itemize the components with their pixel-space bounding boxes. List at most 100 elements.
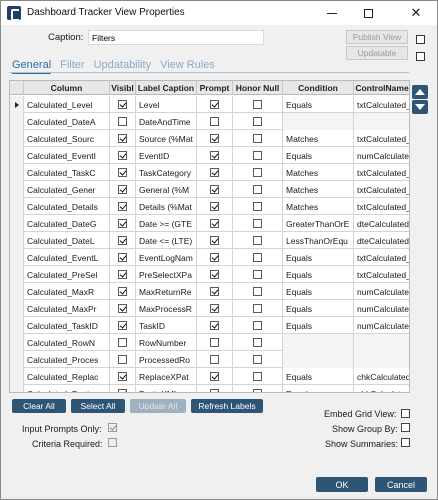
control-cell[interactable]: numCalculated [354,300,409,317]
header-visible[interactable]: Visibl [110,81,136,95]
prompt-checkbox[interactable] [210,134,219,143]
condition-cell[interactable] [283,334,354,351]
condition-cell[interactable]: Equals [283,385,354,392]
label-cell[interactable]: Level [136,96,197,113]
update-all-button[interactable]: Update All [130,399,186,413]
visible-checkbox[interactable] [118,338,127,347]
table-row[interactable]: Calculated_DateG Date >= (GTE GreaterThanO… [10,215,409,232]
honor-checkbox[interactable] [253,134,262,143]
columns-grid[interactable]: Column Visibl Label Caption Prompt Honor… [9,80,410,393]
table-row[interactable]: Calculated_Pretty PrettyXML EqualschkCalcu… [10,385,409,392]
prompt-checkbox[interactable] [210,117,219,126]
row-indicator[interactable] [10,385,24,392]
show-summaries-checkbox[interactable] [401,438,410,447]
control-cell[interactable] [354,351,409,368]
control-cell[interactable]: chkCalculated_ [354,368,409,385]
label-cell[interactable]: EventLogNam [136,249,197,266]
label-cell[interactable]: RowNumber [136,334,197,351]
visible-checkbox[interactable] [118,270,127,279]
condition-cell[interactable]: Matches [283,164,354,181]
visible-checkbox[interactable] [118,372,127,381]
prompt-checkbox[interactable] [210,202,219,211]
prompt-checkbox[interactable] [210,372,219,381]
visible-checkbox[interactable] [118,287,127,296]
condition-cell[interactable]: LessThanOrEqu [283,232,354,249]
honor-checkbox[interactable] [253,151,262,160]
move-down-button[interactable] [412,100,428,114]
label-cell[interactable]: MaxProcessR [136,300,197,317]
label-cell[interactable]: ProcessedRo [136,351,197,368]
honor-checkbox[interactable] [253,202,262,211]
show-group-by-checkbox[interactable] [401,423,410,432]
visible-checkbox[interactable] [118,321,127,330]
label-cell[interactable]: EventID [136,147,197,164]
label-cell[interactable]: ReplaceXPat [136,368,197,385]
table-row[interactable]: Calculated_Details Details (%Mat Matches tx… [10,198,409,215]
honor-checkbox[interactable] [253,270,262,279]
control-cell[interactable]: numCalculated [354,283,409,300]
header-condition[interactable]: Condition [283,81,354,95]
visible-checkbox[interactable] [118,100,127,109]
move-up-button[interactable] [412,85,428,99]
control-cell[interactable]: numCalculated [354,317,409,334]
table-row[interactable]: Calculated_MaxPr MaxProcessR Equals numCalc… [10,300,409,317]
honor-checkbox[interactable] [253,372,262,381]
condition-cell[interactable]: GreaterThanOrE [283,215,354,232]
visible-checkbox[interactable] [118,168,127,177]
table-row[interactable]: Calculated_Gener General (%M Matches txtCal… [10,181,409,198]
honor-checkbox[interactable] [253,219,262,228]
label-cell[interactable]: Details (%Mat [136,198,197,215]
row-indicator[interactable] [10,130,24,147]
condition-cell[interactable] [283,113,354,130]
table-row[interactable]: Calculated_EventL EventLogNam Equals txtCal… [10,249,409,266]
prompt-checkbox[interactable] [210,219,219,228]
honor-checkbox[interactable] [253,355,262,364]
prompt-checkbox[interactable] [210,236,219,245]
prompt-checkbox[interactable] [210,287,219,296]
table-row[interactable]: Calculated_TaskID TaskID Equals numCalculat… [10,317,409,334]
control-cell[interactable]: dteCalculated_ [354,232,409,249]
publish-view-button[interactable]: Publish View [346,30,408,44]
control-cell[interactable]: txtCalculated_ [354,198,409,215]
condition-cell[interactable]: Equals [283,283,354,300]
row-indicator[interactable] [10,300,24,317]
label-cell[interactable]: Date <= (LTE) [136,232,197,249]
refresh-labels-button[interactable]: Refresh Labels [191,399,263,413]
prompt-checkbox[interactable] [210,304,219,313]
updatable-checkbox[interactable] [416,52,425,61]
honor-checkbox[interactable] [253,338,262,347]
header-column[interactable]: Column [24,81,110,95]
label-cell[interactable]: TaskCategory [136,164,197,181]
prompt-checkbox[interactable] [210,355,219,364]
updatable-button[interactable]: Updatable [346,46,408,60]
maximize-button[interactable] [351,1,385,25]
row-indicator[interactable] [10,249,24,266]
prompt-checkbox[interactable] [210,321,219,330]
honor-checkbox[interactable] [253,253,262,262]
header-control-name[interactable]: ControlName [354,81,409,95]
condition-cell[interactable] [283,351,354,368]
visible-checkbox[interactable] [118,202,127,211]
condition-cell[interactable]: Matches [283,181,354,198]
table-row[interactable]: Calculated_Proces ProcessedRo [10,351,409,368]
visible-checkbox[interactable] [118,389,127,392]
row-indicator[interactable] [10,96,24,113]
label-cell[interactable]: Date >= (GTE [136,215,197,232]
table-row[interactable]: Calculated_MaxR MaxReturnRe Equals numCalcu… [10,283,409,300]
honor-checkbox[interactable] [253,321,262,330]
honor-checkbox[interactable] [253,100,262,109]
condition-cell[interactable]: Equals [283,96,354,113]
table-row[interactable]: Calculated_DateA DateAndTime [10,113,409,130]
condition-cell[interactable]: Equals [283,147,354,164]
row-indicator[interactable] [10,113,24,130]
ok-button[interactable]: OK [316,477,368,492]
table-row[interactable]: Calculated_TaskC TaskCategory Matches txtCa… [10,164,409,181]
table-row[interactable]: Calculated_DateL Date <= (LTE) LessThanOrE… [10,232,409,249]
prompt-checkbox[interactable] [210,338,219,347]
control-cell[interactable]: txtCalculated_ [354,130,409,147]
prompt-checkbox[interactable] [210,253,219,262]
honor-checkbox[interactable] [253,389,262,392]
honor-checkbox[interactable] [253,287,262,296]
honor-checkbox[interactable] [253,168,262,177]
row-indicator[interactable] [10,317,24,334]
